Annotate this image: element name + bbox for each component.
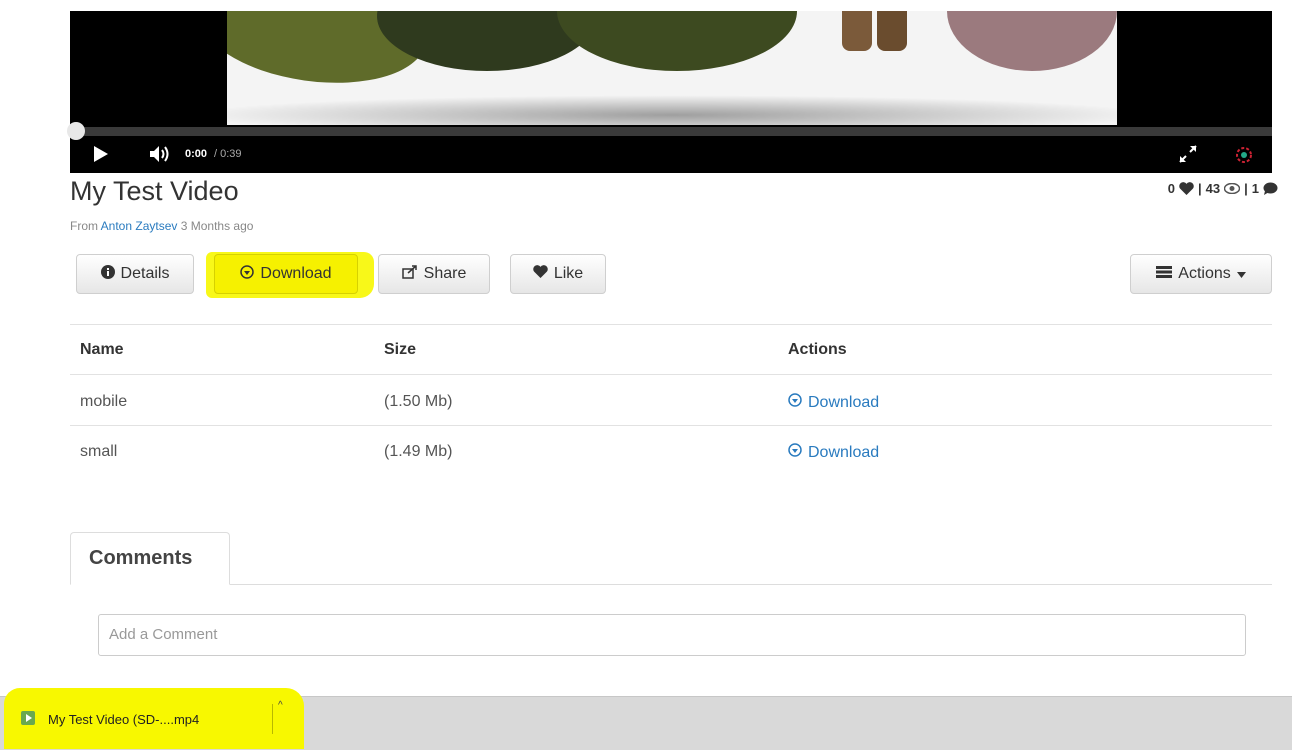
column-header-size: Size bbox=[384, 341, 417, 358]
video-stats: 0 | 43 | 1 bbox=[1168, 181, 1278, 196]
download-circle-icon bbox=[240, 264, 255, 284]
video-frame[interactable] bbox=[227, 11, 1117, 125]
file-download-link[interactable]: Download bbox=[788, 443, 879, 462]
actions-label: Actions bbox=[1178, 265, 1231, 282]
file-size: (1.50 Mb) bbox=[384, 393, 453, 410]
stats-separator: | bbox=[1244, 181, 1248, 196]
column-header-name: Name bbox=[80, 341, 124, 358]
download-label: Download bbox=[260, 265, 332, 282]
chevron-up-icon[interactable]: ^ bbox=[278, 700, 283, 711]
like-label: Like bbox=[553, 265, 584, 282]
from-label: From bbox=[70, 219, 98, 233]
play-icon[interactable] bbox=[94, 146, 108, 167]
download-circle-icon bbox=[788, 393, 802, 412]
file-name: mobile bbox=[80, 393, 128, 410]
player-controls: 0:00 / 0:39 bbox=[70, 141, 1272, 173]
file-size: (1.49 Mb) bbox=[384, 443, 453, 460]
column-header-actions: Actions bbox=[788, 341, 847, 358]
actions-dropdown-button[interactable]: Actions bbox=[1130, 254, 1272, 294]
player-logo-icon[interactable] bbox=[1234, 145, 1254, 170]
tabs-baseline bbox=[70, 584, 1272, 585]
downloaded-file-item[interactable]: My Test Video (SD-....mp4 bbox=[20, 710, 199, 729]
details-button[interactable]: Details bbox=[76, 254, 194, 294]
table-header-rule bbox=[70, 374, 1272, 375]
list-icon bbox=[1156, 265, 1173, 283]
table-row-rule bbox=[70, 425, 1272, 426]
comments-count: 1 bbox=[1251, 181, 1259, 196]
current-time: 0:00 bbox=[185, 148, 208, 160]
stats-separator: | bbox=[1198, 181, 1202, 196]
views-count: 43 bbox=[1205, 181, 1221, 196]
author-link[interactable]: Anton Zaytsev bbox=[101, 219, 178, 233]
volume-icon[interactable] bbox=[148, 144, 170, 169]
file-download-label: Download bbox=[808, 393, 880, 411]
progress-handle[interactable] bbox=[67, 122, 85, 140]
details-label: Details bbox=[120, 265, 170, 282]
share-icon bbox=[401, 264, 418, 284]
eye-icon bbox=[1224, 183, 1241, 194]
video-player[interactable]: 0:00 / 0:39 bbox=[67, 11, 1272, 173]
total-time: / 0:39 bbox=[214, 148, 242, 160]
caret-down-icon bbox=[1236, 265, 1246, 283]
tab-comments[interactable]: Comments bbox=[70, 532, 230, 585]
downloaded-file-name: My Test Video (SD-....mp4 bbox=[48, 712, 200, 727]
shelf-divider bbox=[272, 704, 273, 734]
file-download-label: Download bbox=[808, 443, 880, 461]
heart-icon bbox=[1179, 182, 1194, 195]
upload-age: 3 Months ago bbox=[180, 219, 254, 233]
table-top-rule bbox=[70, 324, 1272, 325]
file-name: small bbox=[80, 443, 118, 460]
share-label: Share bbox=[423, 265, 467, 282]
like-button[interactable]: Like bbox=[510, 254, 606, 294]
info-icon bbox=[100, 264, 115, 284]
video-title: My Test Video bbox=[70, 176, 239, 206]
share-button[interactable]: Share bbox=[378, 254, 490, 294]
video-file-icon bbox=[20, 710, 36, 729]
download-button[interactable]: Download bbox=[214, 254, 358, 294]
progress-bar[interactable] bbox=[70, 127, 1272, 136]
fullscreen-icon[interactable] bbox=[1178, 144, 1198, 169]
download-circle-icon bbox=[788, 443, 802, 462]
video-meta: From Anton Zaytsev 3 Months ago bbox=[70, 219, 253, 233]
tab-comments-label: Comments bbox=[89, 547, 193, 569]
heart-icon bbox=[533, 265, 548, 283]
comment-icon bbox=[1263, 182, 1278, 195]
comment-input[interactable] bbox=[98, 614, 1246, 656]
file-download-link[interactable]: Download bbox=[788, 393, 879, 412]
likes-count: 0 bbox=[1167, 181, 1176, 196]
